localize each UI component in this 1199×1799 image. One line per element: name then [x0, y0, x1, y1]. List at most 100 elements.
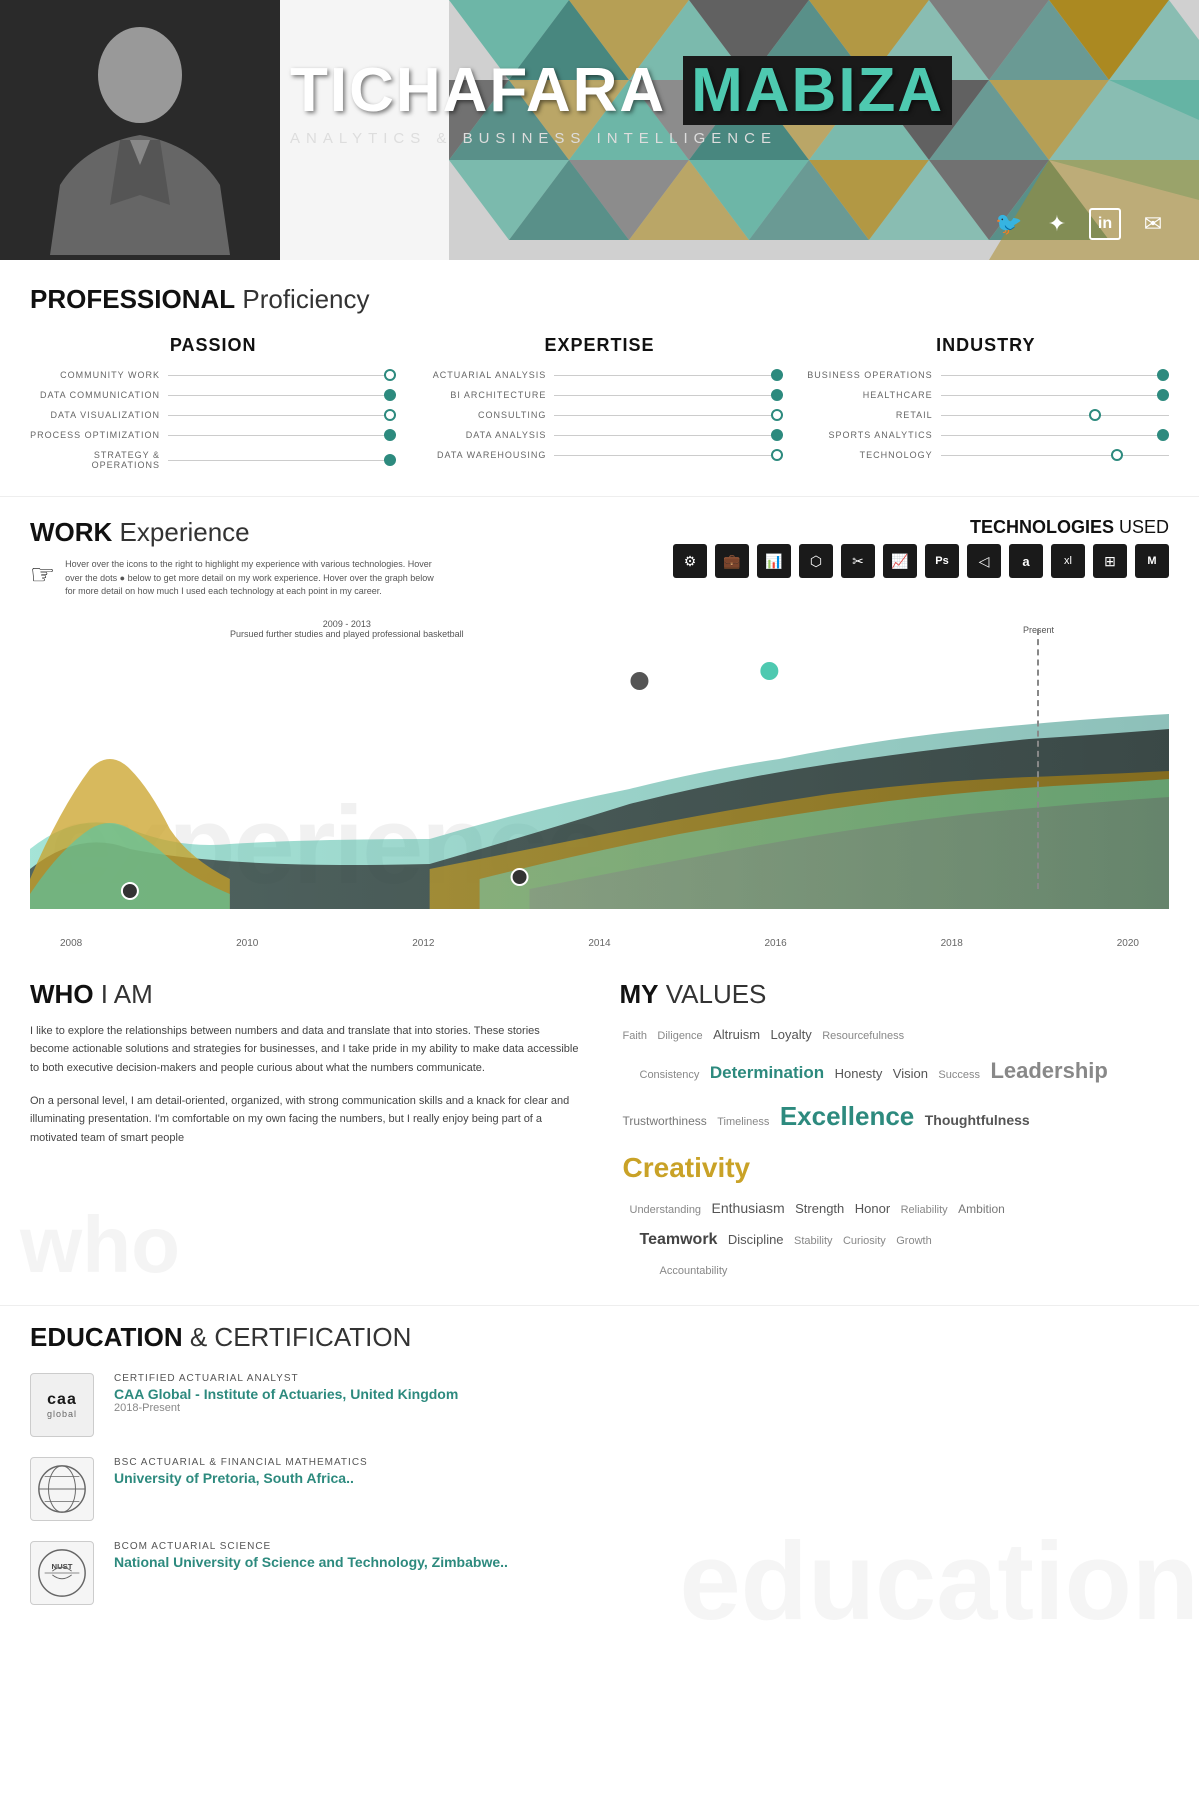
tech-icon-vs[interactable]: M [1135, 544, 1169, 578]
skill-row: HEALTHCARE [803, 390, 1169, 400]
skill-row: BI ARCHITECTURE [416, 390, 782, 400]
val-growth: Growth [896, 1235, 931, 1247]
pretoria-logo [30, 1457, 94, 1521]
industry-col: INDUSTRY BUSINESS OPERATIONS HEALTHCARE … [803, 335, 1169, 480]
val-creativity: Creativity [623, 1152, 751, 1183]
edu-item-pretoria: BSC ACTUARIAL & FINANCIAL MATHEMATICS Un… [30, 1457, 1169, 1521]
skill-row: BUSINESS OPERATIONS [803, 370, 1169, 380]
tech-title: TECHNOLOGIES USED [673, 517, 1169, 538]
tech-icon-hex[interactable]: ⬡ [799, 544, 833, 578]
twitter-icon[interactable]: 🐦 [993, 208, 1025, 240]
education-items: caa global CERTIFIED ACTUARIAL ANALYST C… [30, 1373, 1169, 1605]
hand-icon: ☞ [30, 558, 55, 599]
caa-year: 2018-Present [114, 1402, 458, 1414]
work-section: WORK Experience ☞ Hover over the icons t… [0, 497, 1199, 959]
industry-title: INDUSTRY [803, 335, 1169, 356]
val-trustworthiness: Trustworthiness [623, 1114, 707, 1128]
values-title: MY VALUES [620, 979, 1170, 1010]
work-title-block: WORK Experience ☞ Hover over the icons t… [30, 517, 434, 599]
email-icon[interactable]: ✉ [1137, 208, 1169, 240]
proficiency-grid: PASSION COMMUNITY WORK DATA COMMUNICATIO… [30, 335, 1169, 480]
tech-icon-tool[interactable]: ✂ [841, 544, 875, 578]
header: TICHAFARA MABIZA ANALYTICS & BUSINESS IN… [0, 0, 1199, 260]
values-section: MY VALUES Faith Diligence Altruism Loyal… [620, 979, 1170, 1286]
val-enthusiasm: Enthusiasm [712, 1200, 785, 1216]
who-para1: I like to explore the relationships betw… [30, 1022, 580, 1078]
val-altruism: Altruism [713, 1027, 760, 1042]
val-discipline: Discipline [728, 1232, 784, 1247]
val-curiosity: Curiosity [843, 1235, 886, 1247]
val-resourcefulness: Resourcefulness [822, 1030, 904, 1042]
val-consistency: Consistency [640, 1069, 700, 1081]
val-teamwork: Teamwork [640, 1231, 718, 1248]
work-header: WORK Experience ☞ Hover over the icons t… [30, 517, 1169, 599]
val-faith: Faith [623, 1030, 647, 1042]
skill-row: DATA VISUALIZATION [30, 410, 396, 420]
edu-item-caa: caa global CERTIFIED ACTUARIAL ANALYST C… [30, 1373, 1169, 1437]
passion-title: PASSION [30, 335, 396, 356]
val-loyalty: Loyalty [771, 1027, 812, 1042]
val-reliability: Reliability [901, 1204, 948, 1216]
caa-institution: CAA Global - Institute of Actuaries, Uni… [114, 1386, 458, 1402]
who-values-section: who WHO I AM I like to explore the relat… [0, 959, 1199, 1306]
tech-icon-bar[interactable]: 📈 [883, 544, 917, 578]
tech-icon-excel[interactable]: xl [1051, 544, 1085, 578]
nust-logo: NUST [30, 1541, 94, 1605]
linkedin-icon[interactable]: in [1089, 208, 1121, 240]
tech-used-block: TECHNOLOGIES USED ⚙ 💼 📊 ⬡ ✂ 📈 Ps ◁ a xl … [673, 517, 1169, 578]
present-line [1037, 629, 1039, 889]
who-section: who WHO I AM I like to explore the relat… [30, 979, 580, 1286]
edu-item-nust: NUST BCOM ACTUARIAL SCIENCE National Uni… [30, 1541, 1169, 1605]
skill-row: SPORTS ANALYTICS [803, 430, 1169, 440]
tech-icon-briefcase[interactable]: 💼 [715, 544, 749, 578]
work-title: WORK Experience [30, 517, 434, 548]
skill-row: CONSULTING [416, 410, 782, 420]
val-thoughtfulness: Thoughtfulness [925, 1112, 1030, 1128]
first-name: TICHAFARA [290, 56, 664, 125]
proficiency-title: PROFESSIONAL Proficiency [30, 284, 1169, 315]
pretoria-institution: University of Pretoria, South Africa.. [114, 1470, 368, 1486]
val-determination: Determination [710, 1063, 824, 1082]
val-honor: Honor [855, 1201, 890, 1216]
last-name: MABIZA [683, 56, 952, 125]
nust-institution: National University of Science and Techn… [114, 1554, 508, 1570]
val-stability: Stability [794, 1235, 833, 1247]
x-axis: 2008 2010 2012 2014 2016 2018 2020 [30, 938, 1169, 949]
stream-chart: experience 2009 - 2013 Pursued further s… [30, 609, 1169, 949]
tech-icon-chart[interactable]: 📊 [757, 544, 791, 578]
tech-icons: ⚙ 💼 📊 ⬡ ✂ 📈 Ps ◁ a xl ⊞ M [673, 544, 1169, 578]
caa-logo: caa global [30, 1373, 94, 1437]
val-ambition: Ambition [958, 1202, 1005, 1216]
passion-col: PASSION COMMUNITY WORK DATA COMMUNICATIO… [30, 335, 396, 480]
expertise-col: EXPERTISE ACTUARIAL ANALYSIS BI ARCHITEC… [416, 335, 782, 480]
social-icon-2[interactable]: ✦ [1041, 208, 1073, 240]
tech-icon-amazon[interactable]: a [1009, 544, 1043, 578]
val-leadership: Leadership [990, 1058, 1107, 1083]
edu-detail-pretoria: BSC ACTUARIAL & FINANCIAL MATHEMATICS Un… [114, 1457, 368, 1486]
val-honesty: Honesty [835, 1066, 883, 1081]
education-section: education EDUCATION & CERTIFICATION caa … [0, 1305, 1199, 1645]
skill-row: ACTUARIAL ANALYSIS [416, 370, 782, 380]
edu-detail-caa: CERTIFIED ACTUARIAL ANALYST CAA Global -… [114, 1373, 458, 1414]
val-excellence: Excellence [780, 1101, 914, 1131]
who-content: WHO I AM I like to explore the relations… [30, 979, 580, 1148]
val-understanding: Understanding [630, 1204, 702, 1216]
who-title: WHO I AM [30, 979, 580, 1010]
education-title: EDUCATION & CERTIFICATION [30, 1322, 1169, 1353]
tech-icon-settings[interactable]: ⚙ [673, 544, 707, 578]
val-success: Success [938, 1069, 980, 1081]
work-description: Hover over the icons to the right to hig… [65, 558, 434, 599]
proficiency-section: PROFESSIONAL Proficiency PASSION COMMUNI… [0, 260, 1199, 497]
val-vision: Vision [893, 1066, 928, 1081]
val-strength: Strength [795, 1201, 844, 1216]
tech-icon-grid[interactable]: ⊞ [1093, 544, 1127, 578]
skill-row: DATA ANALYSIS [416, 430, 782, 440]
val-accountability: Accountability [660, 1265, 728, 1277]
tech-icon-play[interactable]: ◁ [967, 544, 1001, 578]
social-icons: 🐦 ✦ in ✉ [993, 208, 1169, 240]
who-para2: On a personal level, I am detail-oriente… [30, 1092, 580, 1148]
val-diligence: Diligence [657, 1030, 702, 1042]
tech-icon-ps[interactable]: Ps [925, 544, 959, 578]
skill-row: PROCESS OPTIMIZATION [30, 430, 396, 440]
values-cloud: Faith Diligence Altruism Loyalty Resourc… [620, 1020, 1170, 1286]
